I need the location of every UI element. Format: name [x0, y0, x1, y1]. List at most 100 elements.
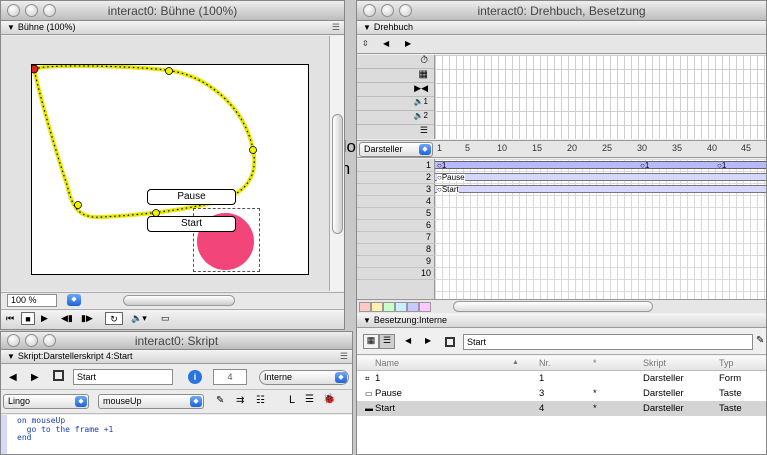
stop-icon[interactable]: ■ [21, 312, 35, 325]
disclosure-triangle-icon[interactable]: ▼ [7, 352, 15, 361]
outdent-icon[interactable]: ☷ [256, 395, 265, 406]
list-view-icon[interactable]: ☰ [379, 334, 395, 349]
cast-row[interactable]: ▭ Pause 3 * Darsteller Taste [357, 386, 766, 401]
tempo-icon[interactable]: ▭ [161, 313, 170, 324]
hide-effects-icon[interactable]: ⇳ [362, 39, 369, 48]
volume-icon[interactable]: 🔈▾ [131, 313, 147, 324]
cast-select-value: Interne [264, 372, 293, 382]
horizontal-scroll-thumb[interactable] [123, 295, 235, 306]
score-scroll-thumb[interactable] [453, 301, 653, 312]
sprite-grid[interactable]: ○1 ○1 ○1 ○Pause ○Start [435, 159, 766, 299]
sprite-keyframe-label: ○1 [717, 161, 727, 170]
debug-icon[interactable]: 🐞 [323, 394, 335, 405]
disclosure-triangle-icon[interactable]: ▼ [363, 23, 371, 32]
stage-canvas[interactable]: Pause Start [31, 64, 309, 275]
score-window-title: interact0: Drehbuch, Besetzung [477, 4, 646, 18]
sprite-label: ○1 [437, 161, 447, 170]
member-icon [445, 337, 455, 347]
stage-pane-title: Bühne (100%) [17, 22, 76, 32]
channel-number[interactable]: 2 [357, 172, 435, 184]
options-menu-icon[interactable]: ☰ [332, 21, 340, 34]
sprite-display-select[interactable]: Darsteller ◆ [359, 142, 433, 157]
stage-vertical-scrollbar[interactable] [329, 36, 344, 291]
pause-button[interactable]: Pause [147, 189, 236, 205]
options-menu-icon[interactable]: ☰ [340, 350, 348, 363]
cast-member-field[interactable]: Start [463, 334, 753, 350]
zoom-field[interactable]: 100 % [7, 294, 57, 307]
script-titlebar[interactable]: interact0: Skript [1, 332, 352, 350]
disclosure-triangle-icon[interactable]: ▼ [7, 23, 15, 32]
info-icon[interactable]: i [188, 370, 202, 384]
cast-select[interactable]: Interne ◆ [259, 370, 349, 385]
channel-number[interactable]: 7 [357, 232, 435, 244]
channel-number[interactable]: 3 [357, 184, 435, 196]
start-button[interactable]: Start [147, 216, 236, 232]
score-pane-header[interactable]: ▼ Drehbuch [357, 21, 766, 35]
disclosure-triangle-icon[interactable]: ▼ [363, 316, 371, 325]
cast-row[interactable]: ⌗ 1 1 Darsteller Form [357, 371, 766, 386]
keyframe-dot [74, 201, 82, 209]
loop-icon[interactable]: ↻ [105, 312, 123, 325]
next-member-icon[interactable]: ▶ [425, 336, 431, 345]
handler-select[interactable]: mouseUp ◆ [98, 394, 204, 409]
script-pane-header[interactable]: ▼ Skript:Darstellerskript 4:Start ☰ [1, 350, 352, 364]
channel-number[interactable]: 8 [357, 244, 435, 256]
script-editor[interactable]: on mouseUp go to the frame +1 end [1, 415, 352, 454]
lingo-elements-icon[interactable]: L [289, 394, 295, 406]
motion-path [32, 65, 257, 220]
sprite-label: ○Pause [437, 173, 465, 182]
channel-number[interactable]: 10 [357, 268, 435, 280]
sprite-span-3[interactable]: ○Start [435, 185, 766, 194]
column-header-name[interactable]: Name [375, 356, 399, 370]
language-select[interactable]: Lingo ◆ [3, 394, 89, 409]
channel-number[interactable]: 9 [357, 256, 435, 268]
comment-icon[interactable]: ✎ [216, 395, 224, 406]
zoom-select-arrow-icon[interactable]: ◆ [67, 294, 81, 306]
cast-row[interactable]: ▬ Start 4 * Darsteller Taste [357, 401, 766, 416]
prev-member-icon[interactable]: ◀ [405, 336, 411, 345]
scroll-thumb[interactable] [332, 114, 343, 234]
step-forward-icon[interactable]: ▮▶ [81, 313, 93, 324]
channel-number[interactable]: 6 [357, 220, 435, 232]
sprite-span-1[interactable]: ○1 ○1 ○1 [435, 161, 766, 170]
member-name-field[interactable]: Start [73, 369, 173, 385]
sound-channel-2[interactable]: 🔈2 [357, 111, 434, 125]
frame-number: 25 [602, 143, 613, 153]
color-chips[interactable] [359, 302, 431, 312]
prev-marker-icon[interactable]: ◀ [383, 39, 389, 48]
stage-titlebar[interactable]: interact0: Bühne (100%) [1, 1, 344, 21]
sprite-span-2[interactable]: ○Pause [435, 173, 766, 182]
sound-1-label: 1 [423, 97, 428, 106]
channel-number[interactable]: 1 [357, 160, 435, 172]
stage-pane-header[interactable]: ▼ Bühne (100%) ☰ [1, 21, 344, 35]
next-marker-icon[interactable]: ▶ [405, 39, 411, 48]
column-header-star[interactable]: * [593, 356, 597, 370]
script-channel[interactable]: ☰ [357, 125, 434, 139]
handler-select-value: mouseUp [103, 396, 142, 406]
sound-channel-1[interactable]: 🔈1 [357, 97, 434, 111]
next-member-icon[interactable]: ▶ [31, 372, 39, 383]
cast-pane-header[interactable]: ▼ Besetzung:Interne [357, 314, 766, 328]
transition-channel[interactable]: ▶◀ [357, 83, 434, 97]
cast-list: Name ▲ Nr. * Skript Typ ⌗ 1 1 Darsteller For… [357, 356, 766, 454]
sort-ascending-icon: ▲ [512, 359, 519, 366]
score-titlebar[interactable]: interact0: Drehbuch, Besetzung [357, 1, 766, 21]
cast-script: Darsteller [643, 388, 684, 399]
play-icon[interactable]: ▶ [41, 313, 48, 324]
effects-grid[interactable] [435, 55, 766, 139]
thumbnail-view-icon[interactable]: ▦ [363, 334, 379, 349]
channel-number[interactable]: 4 [357, 196, 435, 208]
palette-channel[interactable]: ▦ [357, 69, 434, 83]
alphabetical-icon[interactable]: ☰ [305, 394, 314, 405]
step-back-icon[interactable]: ◀▮ [61, 313, 73, 324]
prev-member-icon[interactable]: ◀ [9, 372, 17, 383]
indent-icon[interactable]: ⇉ [236, 395, 244, 406]
channel-number[interactable]: 5 [357, 208, 435, 220]
rewind-icon[interactable]: ⏮ [6, 313, 14, 324]
script-icon[interactable]: ✎ [756, 335, 764, 346]
script-pane-title: Skript:Darstellerskript 4:Start [17, 351, 133, 361]
tempo-channel[interactable]: ⏱ [357, 55, 434, 69]
column-header-nr[interactable]: Nr. [539, 356, 551, 370]
column-header-script[interactable]: Skript [643, 356, 666, 370]
column-header-type[interactable]: Typ [719, 356, 734, 370]
